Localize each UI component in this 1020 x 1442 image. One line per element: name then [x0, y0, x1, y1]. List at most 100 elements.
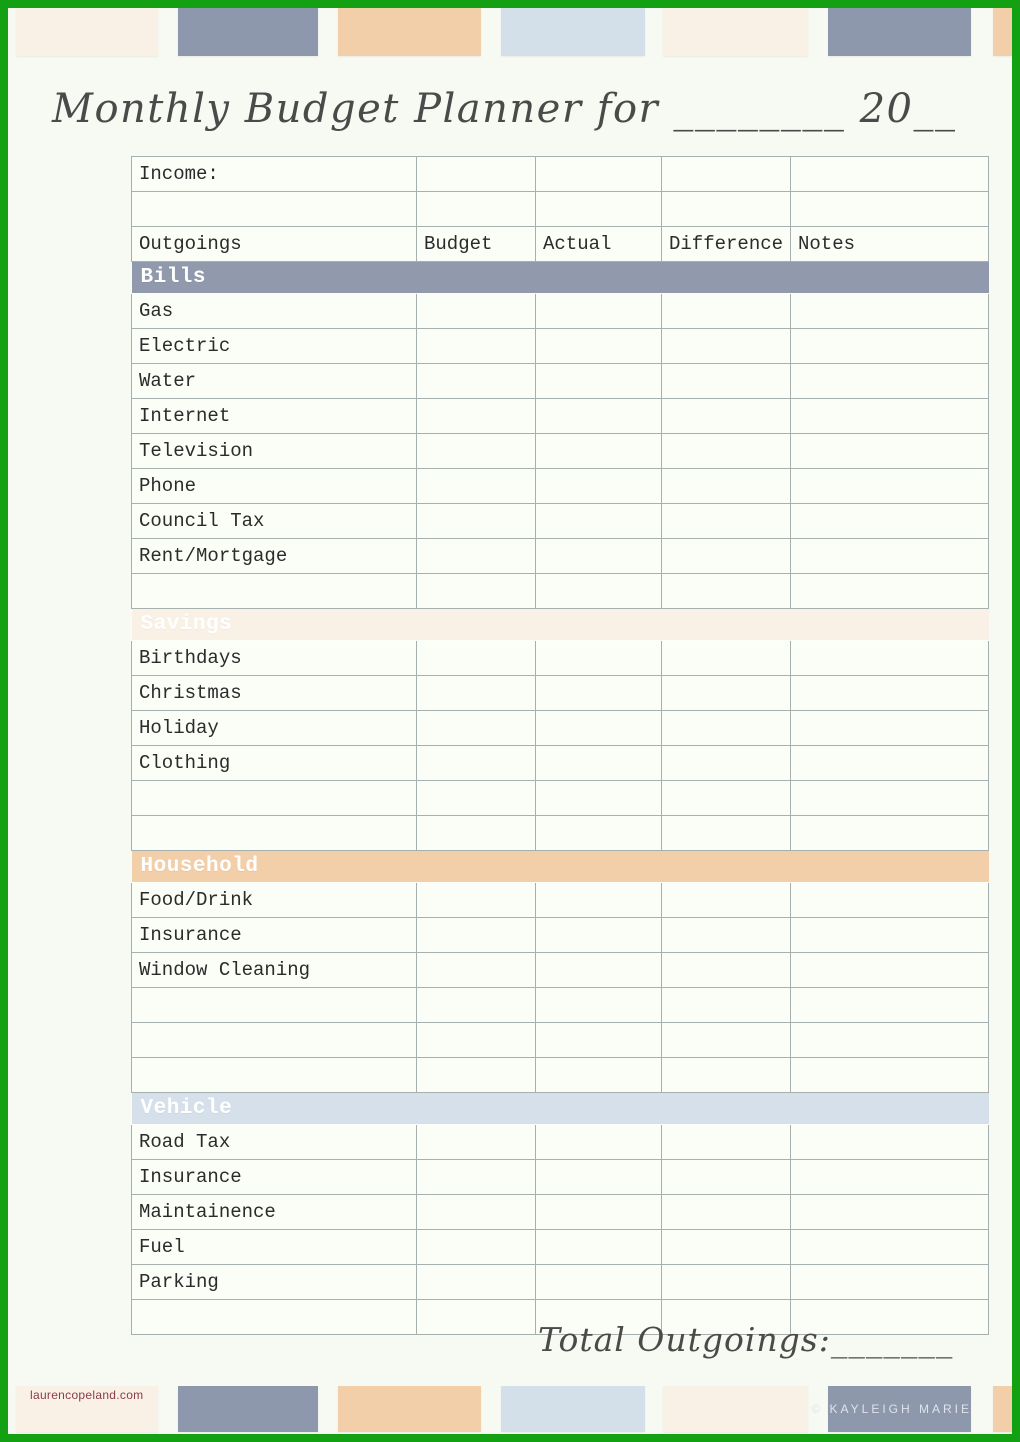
- cell-budget[interactable]: [416, 1159, 536, 1195]
- cell-notes[interactable]: [790, 503, 989, 539]
- cell-budget[interactable]: [416, 1022, 536, 1058]
- cell-actual[interactable]: [535, 815, 662, 851]
- row-label-savings-3[interactable]: Clothing: [131, 745, 417, 781]
- row-label-bills-3[interactable]: Internet: [131, 398, 417, 434]
- cell-actual[interactable]: [535, 1124, 662, 1160]
- cell-notes[interactable]: [790, 780, 989, 816]
- cell-budget[interactable]: [416, 1299, 536, 1335]
- row-label-bills-0[interactable]: Gas: [131, 293, 417, 329]
- cell-notes[interactable]: [790, 917, 989, 953]
- cell-actual[interactable]: [535, 1159, 662, 1195]
- cell-budget[interactable]: [416, 675, 536, 711]
- cell-difference[interactable]: [661, 1057, 791, 1093]
- row-label-bills-2[interactable]: Water: [131, 363, 417, 399]
- cell-difference[interactable]: [661, 433, 791, 469]
- cell-budget[interactable]: [416, 952, 536, 988]
- cell-notes[interactable]: [790, 745, 989, 781]
- cell-difference[interactable]: [661, 882, 791, 918]
- cell-actual[interactable]: [535, 328, 662, 364]
- cell-difference[interactable]: [661, 468, 791, 504]
- cell-notes[interactable]: [790, 1124, 989, 1160]
- cell-actual[interactable]: [535, 1264, 662, 1300]
- cell-difference[interactable]: [661, 1229, 791, 1265]
- cell-actual[interactable]: [535, 468, 662, 504]
- row-label-household-2[interactable]: Window Cleaning: [131, 952, 417, 988]
- cell-actual[interactable]: [535, 882, 662, 918]
- cell-difference[interactable]: [661, 780, 791, 816]
- cell-budget[interactable]: [416, 882, 536, 918]
- cell-difference[interactable]: [661, 1124, 791, 1160]
- row-label-household-1[interactable]: Insurance: [131, 917, 417, 953]
- row-label-savings-1[interactable]: Christmas: [131, 675, 417, 711]
- cell-difference[interactable]: [661, 573, 791, 609]
- cell-budget[interactable]: [416, 815, 536, 851]
- cell-actual[interactable]: [535, 538, 662, 574]
- cell-notes[interactable]: [790, 1264, 989, 1300]
- cell-budget[interactable]: [416, 1194, 536, 1230]
- cell-notes[interactable]: [790, 538, 989, 574]
- cell-label[interactable]: [131, 987, 417, 1023]
- cell-notes[interactable]: [790, 1057, 989, 1093]
- cell-notes[interactable]: [790, 1194, 989, 1230]
- row-label-vehicle-2[interactable]: Maintainence: [131, 1194, 417, 1230]
- cell-budget[interactable]: [416, 468, 536, 504]
- cell-actual[interactable]: [535, 573, 662, 609]
- cell-difference[interactable]: [661, 917, 791, 953]
- cell-budget[interactable]: [416, 917, 536, 953]
- cell-actual[interactable]: [535, 191, 662, 227]
- row-label-bills-6[interactable]: Council Tax: [131, 503, 417, 539]
- cell-budget[interactable]: [416, 433, 536, 469]
- cell-notes[interactable]: [790, 815, 989, 851]
- cell-difference[interactable]: [661, 156, 791, 192]
- row-label-household-0[interactable]: Food/Drink: [131, 882, 417, 918]
- cell-label[interactable]: [131, 191, 417, 227]
- row-label-bills-5[interactable]: Phone: [131, 468, 417, 504]
- cell-difference[interactable]: [661, 293, 791, 329]
- row-label-vehicle-1[interactable]: Insurance: [131, 1159, 417, 1195]
- cell-label[interactable]: [131, 1022, 417, 1058]
- cell-budget[interactable]: [416, 363, 536, 399]
- cell-notes[interactable]: [790, 156, 989, 192]
- cell-notes[interactable]: [790, 191, 989, 227]
- cell-notes[interactable]: [790, 573, 989, 609]
- cell-notes[interactable]: [790, 952, 989, 988]
- cell-notes[interactable]: [790, 675, 989, 711]
- cell-notes[interactable]: [790, 468, 989, 504]
- cell-actual[interactable]: [535, 398, 662, 434]
- cell-label[interactable]: [131, 780, 417, 816]
- cell-actual[interactable]: [535, 1229, 662, 1265]
- cell-budget[interactable]: [416, 987, 536, 1023]
- cell-difference[interactable]: [661, 1194, 791, 1230]
- cell-difference[interactable]: [661, 1022, 791, 1058]
- row-label-bills-4[interactable]: Television: [131, 433, 417, 469]
- cell-actual[interactable]: [535, 1194, 662, 1230]
- cell-difference[interactable]: [661, 191, 791, 227]
- row-label-savings-0[interactable]: Birthdays: [131, 640, 417, 676]
- cell-difference[interactable]: [661, 538, 791, 574]
- cell-label[interactable]: [131, 573, 417, 609]
- row-label-vehicle-0[interactable]: Road Tax: [131, 1124, 417, 1160]
- cell-notes[interactable]: [790, 1159, 989, 1195]
- cell-actual[interactable]: [535, 780, 662, 816]
- cell-difference[interactable]: [661, 675, 791, 711]
- cell-actual[interactable]: [535, 1022, 662, 1058]
- cell-notes[interactable]: [790, 640, 989, 676]
- cell-budget[interactable]: [416, 745, 536, 781]
- row-label-bills-1[interactable]: Electric: [131, 328, 417, 364]
- cell-difference[interactable]: [661, 328, 791, 364]
- cell-budget[interactable]: [416, 503, 536, 539]
- cell-notes[interactable]: [790, 710, 989, 746]
- cell-actual[interactable]: [535, 987, 662, 1023]
- row-label-vehicle-4[interactable]: Parking: [131, 1264, 417, 1300]
- cell-notes[interactable]: [790, 328, 989, 364]
- cell-notes[interactable]: [790, 293, 989, 329]
- cell-budget[interactable]: [416, 780, 536, 816]
- cell-actual[interactable]: [535, 433, 662, 469]
- cell-budget[interactable]: [416, 573, 536, 609]
- cell-difference[interactable]: [661, 1159, 791, 1195]
- cell-budget[interactable]: [416, 328, 536, 364]
- cell-label[interactable]: [131, 815, 417, 851]
- cell-budget[interactable]: [416, 1124, 536, 1160]
- cell-actual[interactable]: [535, 952, 662, 988]
- cell-budget[interactable]: [416, 191, 536, 227]
